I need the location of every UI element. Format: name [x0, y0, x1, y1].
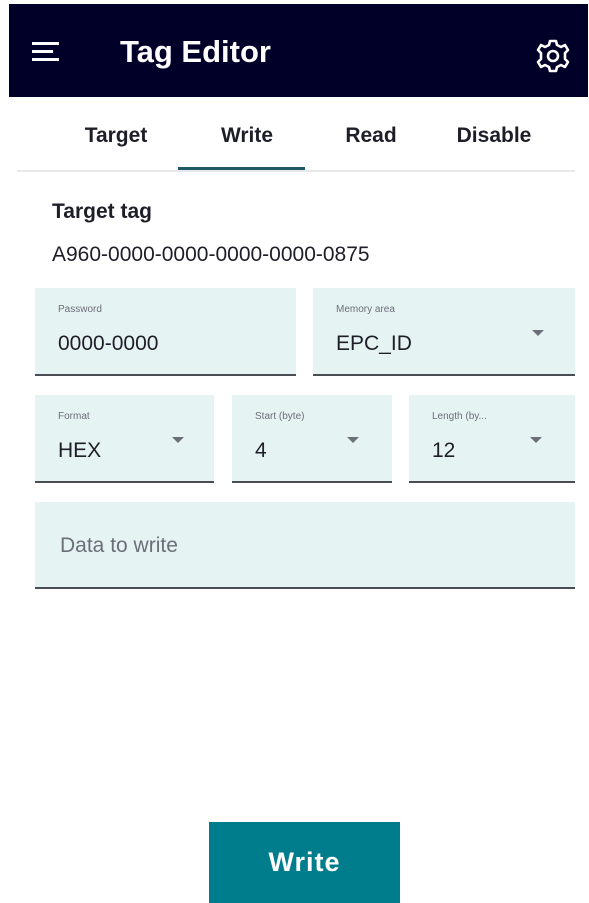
memory-area-label: Memory area [336, 304, 395, 315]
length-select[interactable]: Length (by... 12 [409, 395, 575, 483]
start-byte-value: 4 [255, 439, 267, 462]
app-header: Tag Editor [9, 4, 588, 97]
target-tag-id: A960-0000-0000-0000-0000-0875 [52, 243, 370, 266]
chevron-down-icon [532, 330, 544, 336]
tab-bar: Target Write Read Disable [17, 110, 575, 172]
format-value: HEX [58, 439, 102, 462]
password-value: 0000-0000 [58, 332, 159, 355]
memory-area-value: EPC_ID [336, 332, 412, 355]
memory-area-select[interactable]: Memory area EPC_ID [313, 288, 575, 376]
format-label: Format [58, 411, 90, 422]
hamburger-menu-icon[interactable] [31, 39, 61, 65]
tag-editor-screen: Tag Editor Target Write Read Disable Tar… [0, 0, 589, 903]
tab-target[interactable]: Target [61, 120, 171, 152]
target-tag-heading: Target tag [52, 200, 152, 223]
tab-read[interactable]: Read [321, 120, 421, 152]
tab-disable[interactable]: Disable [437, 120, 551, 152]
chevron-down-icon [172, 437, 184, 443]
data-to-write-placeholder: Data to write [60, 534, 178, 557]
password-label: Password [58, 304, 102, 315]
tab-write[interactable]: Write [185, 120, 309, 152]
active-tab-indicator [178, 167, 305, 170]
page-title: Tag Editor [120, 34, 271, 69]
gear-icon[interactable] [535, 38, 571, 74]
length-label: Length (by... [432, 411, 487, 422]
start-byte-select[interactable]: Start (byte) 4 [232, 395, 392, 483]
write-button[interactable]: Write [209, 822, 400, 903]
chevron-down-icon [347, 437, 359, 443]
data-to-write-input[interactable]: Data to write [35, 502, 575, 589]
start-byte-label: Start (byte) [255, 411, 305, 422]
length-value: 12 [432, 439, 456, 462]
format-select[interactable]: Format HEX [35, 395, 214, 483]
chevron-down-icon [530, 437, 542, 443]
password-field[interactable]: Password 0000-0000 [35, 288, 296, 376]
